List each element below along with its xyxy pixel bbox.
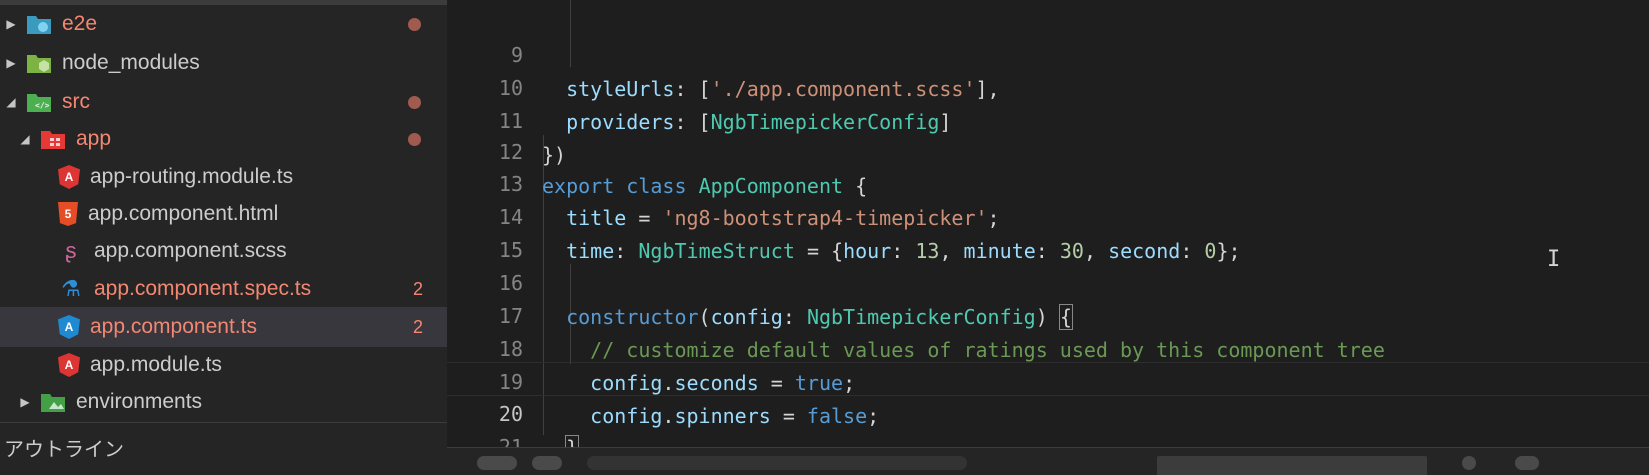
tree-item-node-modules[interactable]: ▶ node_modules — [0, 43, 447, 83]
panel-dropdown[interactable] — [1157, 456, 1427, 475]
mouse-ibeam-cursor-icon: I — [1547, 247, 1561, 272]
tree-item-label: app.component.ts — [90, 315, 257, 338]
tree-item-label: app.module.ts — [90, 353, 222, 376]
chevron-down-icon: ◢ — [20, 132, 30, 146]
folder-node-icon — [26, 50, 52, 76]
tree-item-label: e2e — [62, 12, 98, 35]
svg-text:</>: </> — [35, 101, 50, 110]
angular-icon: A — [58, 165, 80, 189]
outline-label: アウトライン — [4, 439, 124, 461]
tree-item-environments[interactable]: ▶ environments — [0, 382, 447, 422]
add-terminal-icon[interactable] — [1462, 456, 1476, 470]
code-line: 15 — [447, 199, 1649, 262]
angular-component-icon: A — [58, 315, 80, 339]
outline-section-header[interactable]: アウトライン — [0, 422, 447, 475]
modified-dot — [408, 95, 421, 109]
html5-icon: 5 — [58, 202, 78, 226]
tree-item-app-component-html[interactable]: 5 app.component.html — [0, 194, 447, 234]
folder-src-icon: </> — [26, 89, 52, 115]
tree-item-app-component-spec[interactable]: ⚗ app.component.spec.ts 2 — [0, 269, 447, 309]
tree-item-label: environments — [76, 390, 203, 413]
folder-environment-icon — [40, 389, 66, 415]
chevron-right-icon: ▶ — [6, 56, 16, 70]
panel-tab[interactable] — [587, 456, 967, 470]
modified-dot — [408, 132, 421, 146]
code-line: 11 }) — [447, 70, 1649, 167]
code-text: } — [542, 431, 580, 447]
code-editor[interactable]: 9 styleUrls: ['./app.component.scss'], 1… — [447, 0, 1649, 447]
chevron-right-icon: ▶ — [6, 17, 16, 31]
problem-count-badge: 2 — [412, 278, 423, 299]
code-line-current: 20 } — [447, 362, 1649, 447]
tree-item-label: app — [76, 127, 112, 150]
sass-icon: ʂ — [65, 238, 77, 263]
test-flask-icon: ⚗ — [61, 276, 81, 301]
panel-tab[interactable] — [477, 456, 517, 470]
line-number: 21 — [498, 435, 523, 447]
tree-item-app-component-scss[interactable]: ʂ app.component.scss — [0, 231, 447, 271]
code-line: 10 providers: [NgbTimepickerConfig] — [447, 37, 1649, 134]
code-line: 12 export class AppComponent { — [447, 101, 1649, 198]
tree-item-label: app.component.html — [88, 202, 279, 225]
split-terminal-icon[interactable] — [1515, 456, 1539, 470]
code-line: 14 time: NgbTimeStruct = {hour: 13, minu… — [447, 166, 1649, 263]
tree-item-label: app.component.scss — [94, 239, 287, 262]
code-line: 9 styleUrls: ['./app.component.scss'], — [447, 4, 1649, 101]
code-line: 21 — [447, 396, 1649, 447]
angular-icon: A — [58, 353, 80, 377]
tree-item-label: node_modules — [62, 51, 200, 74]
code-line: 18 config.seconds = true; — [447, 298, 1649, 395]
explorer-sidebar: ▶ e2e ▶ node_modules ◢ </> src ◢ app A a… — [0, 0, 447, 475]
folder-app-icon — [40, 126, 66, 152]
tree-item-e2e[interactable]: ▶ e2e — [0, 4, 447, 44]
code-line: 19 config.spinners = false; — [447, 331, 1649, 428]
tree-item-app-module[interactable]: A app.module.ts — [0, 345, 447, 385]
code-line: 16 constructor(config: NgbTimepickerConf… — [447, 232, 1649, 330]
tree-item-app-component-ts[interactable]: A app.component.ts 2 — [0, 307, 447, 347]
chevron-right-icon: ▶ — [20, 395, 30, 409]
problem-count-badge: 2 — [412, 316, 423, 337]
panel-header-strip — [447, 447, 1649, 475]
code-line: 17 // customize default values of rating… — [447, 265, 1649, 362]
tree-item-label: app.component.spec.ts — [94, 277, 312, 300]
folder-test-icon — [26, 11, 52, 37]
tree-item-app[interactable]: ◢ app — [0, 119, 447, 159]
code-line: 13 title = 'ng8-bootstrap4-timepicker'; — [447, 133, 1649, 230]
panel-tab[interactable] — [532, 456, 562, 470]
modified-dot — [408, 17, 421, 31]
tree-item-label: src — [62, 90, 90, 113]
tree-item-app-routing-module[interactable]: A app-routing.module.ts — [0, 157, 447, 197]
tree-item-src[interactable]: ◢ </> src — [0, 82, 447, 122]
chevron-down-icon: ◢ — [6, 95, 16, 109]
tree-item-label: app-routing.module.ts — [90, 165, 294, 188]
